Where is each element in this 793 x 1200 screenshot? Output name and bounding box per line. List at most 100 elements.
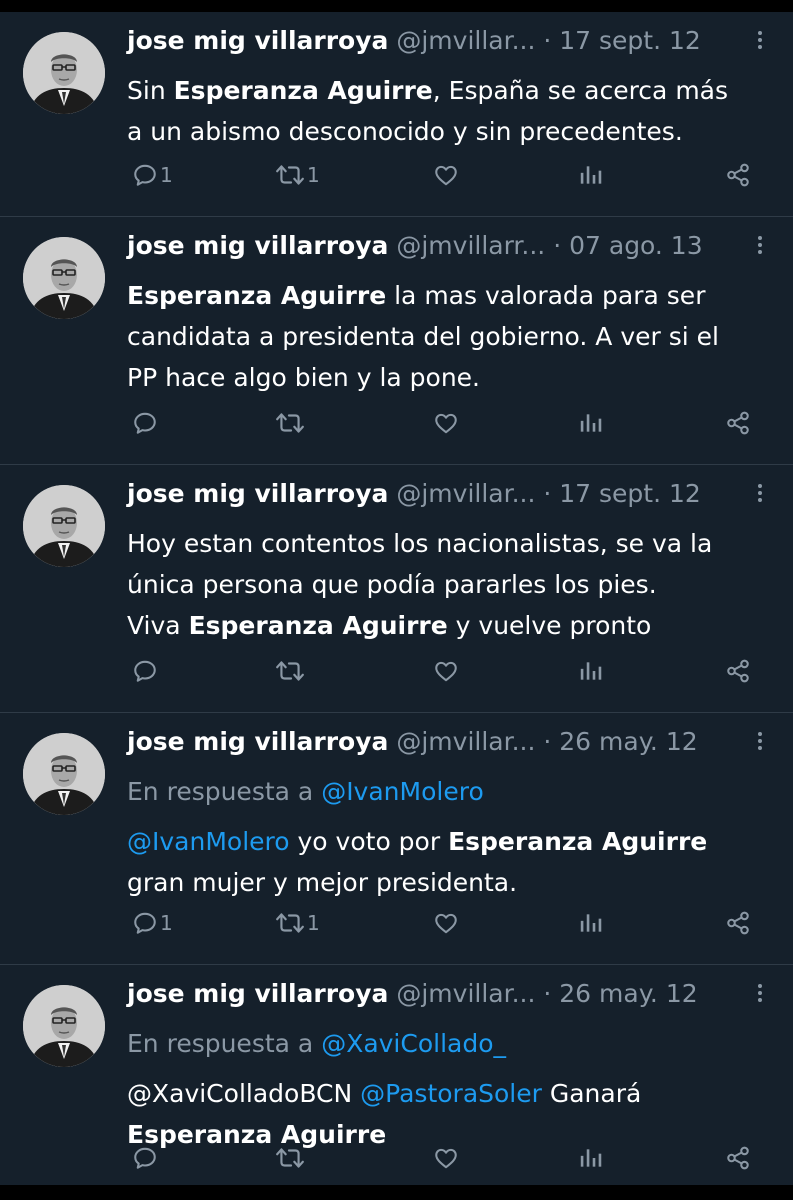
mention-link[interactable]: @IvanMolero [127, 827, 290, 856]
share-button[interactable] [722, 403, 752, 443]
avatar[interactable] [23, 32, 105, 114]
share-button[interactable] [722, 155, 752, 195]
tweet-body: En respuesta a @IvanMolero @IvanMolero yo… [127, 771, 777, 903]
share-button[interactable] [722, 903, 752, 943]
reply-button[interactable] [130, 403, 160, 443]
reply-button[interactable]: 1 [130, 155, 173, 195]
like-button[interactable] [430, 651, 460, 691]
more-icon[interactable] [755, 233, 765, 263]
retweet-button[interactable]: 1 [273, 903, 320, 943]
reply-to-mention[interactable]: @IvanMolero [321, 777, 484, 806]
avatar[interactable] [23, 733, 105, 815]
text-segment: a un abismo desconocido y sin precedente… [127, 117, 683, 146]
tweet[interactable]: jose mig villarroya @jmvillarr... · 07 a… [0, 217, 793, 465]
like-icon [432, 910, 460, 936]
author-handle[interactable]: @jmvillar... [396, 479, 535, 508]
tweet-date[interactable]: 17 sept. 12 [559, 26, 701, 55]
author-handle[interactable]: @jmvillar... [396, 26, 535, 55]
tweet-date[interactable]: 17 sept. 12 [559, 479, 701, 508]
tweet-actions [0, 651, 793, 691]
text-segment: y vuelve pronto [447, 611, 652, 640]
reply-to-label: En respuesta a [127, 1029, 322, 1058]
avatar[interactable] [23, 237, 105, 319]
tweet-text-line: @IvanMolero yo voto por Esperanza Aguirr… [127, 821, 777, 862]
text-segment: @XaviColladoBCN [127, 1079, 361, 1108]
highlighted-text: Esperanza Aguirre [188, 611, 448, 640]
tweet-body: En respuesta a @XaviCollado_ @XaviCollado… [127, 1023, 777, 1155]
views-icon [577, 1145, 603, 1171]
views-icon [577, 162, 603, 188]
author-name[interactable]: jose mig villarroya [127, 231, 388, 260]
tweet-text-line: Viva Esperanza Aguirre y vuelve pronto [127, 605, 777, 646]
author-name[interactable]: jose mig villarroya [127, 26, 388, 55]
like-icon [432, 410, 460, 436]
retweet-button[interactable] [273, 403, 307, 443]
like-button[interactable] [430, 1138, 460, 1178]
reply-button[interactable] [130, 1138, 160, 1178]
retweet-button[interactable]: 1 [273, 155, 320, 195]
share-icon [724, 1145, 752, 1171]
tweet-header: jose mig villarroya @jmvillarr... · 07 a… [127, 231, 703, 271]
reply-button[interactable]: 1 [130, 903, 173, 943]
views-icon [577, 658, 603, 684]
retweet-icon [275, 658, 305, 684]
tweet-date[interactable]: 26 may. 12 [559, 727, 697, 756]
author-name[interactable]: jose mig villarroya [127, 479, 388, 508]
reply-button[interactable] [130, 651, 160, 691]
author-name[interactable]: jose mig villarroya [127, 727, 388, 756]
tweet-date[interactable]: 26 may. 12 [559, 979, 697, 1008]
reply-context: En respuesta a @IvanMolero [127, 771, 777, 812]
more-icon[interactable] [755, 981, 765, 1011]
retweet-icon [275, 1145, 305, 1171]
avatar[interactable] [23, 485, 105, 567]
tweet-feed: jose mig villarroya @jmvillar... · 17 se… [0, 12, 793, 1200]
tweet[interactable]: jose mig villarroya @jmvillar... · 17 se… [0, 12, 793, 217]
share-button[interactable] [722, 651, 752, 691]
retweet-button[interactable] [273, 1138, 307, 1178]
tweet-actions: 11 [0, 903, 793, 943]
share-icon [724, 910, 752, 936]
text-segment: , España se acerca más [432, 76, 729, 105]
more-icon[interactable] [755, 481, 765, 511]
tweet[interactable]: jose mig villarroya @jmvillar... · 26 ma… [0, 713, 793, 965]
tweet[interactable]: jose mig villarroya @jmvillar... · 17 se… [0, 465, 793, 713]
top-edge [0, 0, 793, 12]
tweet-body: Sin Esperanza Aguirre, España se acerca … [127, 70, 777, 152]
avatar[interactable] [23, 985, 105, 1067]
text-segment: candidata a presidenta del gobierno. A v… [127, 322, 719, 351]
reply-icon [132, 658, 158, 684]
tweet-text-line: Hoy estan contentos los nacionalistas, s… [127, 523, 777, 564]
tweet-date[interactable]: 07 ago. 13 [569, 231, 703, 260]
tweet[interactable]: jose mig villarroya @jmvillar... · 26 ma… [0, 965, 793, 1200]
views-button[interactable] [575, 1138, 603, 1178]
retweet-icon [275, 162, 305, 188]
more-icon[interactable] [755, 28, 765, 58]
like-button[interactable] [430, 403, 460, 443]
views-button[interactable] [575, 651, 603, 691]
separator-dot: · [535, 727, 560, 756]
tweet-actions: 11 [0, 155, 793, 195]
reply-icon [132, 162, 158, 188]
retweet-button[interactable] [273, 651, 307, 691]
author-handle[interactable]: @jmvillar... [396, 727, 535, 756]
text-segment: la mas valorada para ser [386, 281, 706, 310]
views-button[interactable] [575, 155, 603, 195]
reply-count: 1 [160, 163, 173, 187]
reply-to-mention[interactable]: @XaviCollado_ [321, 1029, 506, 1058]
author-handle[interactable]: @jmvillarr... [396, 231, 545, 260]
author-name[interactable]: jose mig villarroya [127, 979, 388, 1008]
like-button[interactable] [430, 155, 460, 195]
reply-icon [132, 910, 158, 936]
views-button[interactable] [575, 903, 603, 943]
tweet-text-line: a un abismo desconocido y sin precedente… [127, 111, 777, 152]
retweet-icon [275, 910, 305, 936]
like-button[interactable] [430, 903, 460, 943]
mention-link[interactable]: @PastoraSoler [360, 1079, 542, 1108]
author-handle[interactable]: @jmvillar... [396, 979, 535, 1008]
views-button[interactable] [575, 403, 603, 443]
tweet-text-line: única persona que podía pararles los pie… [127, 564, 777, 605]
text-segment: Hoy estan contentos los nacionalistas, s… [127, 529, 713, 558]
more-icon[interactable] [755, 729, 765, 759]
text-segment: Ganará [541, 1079, 642, 1108]
share-button[interactable] [722, 1138, 752, 1178]
